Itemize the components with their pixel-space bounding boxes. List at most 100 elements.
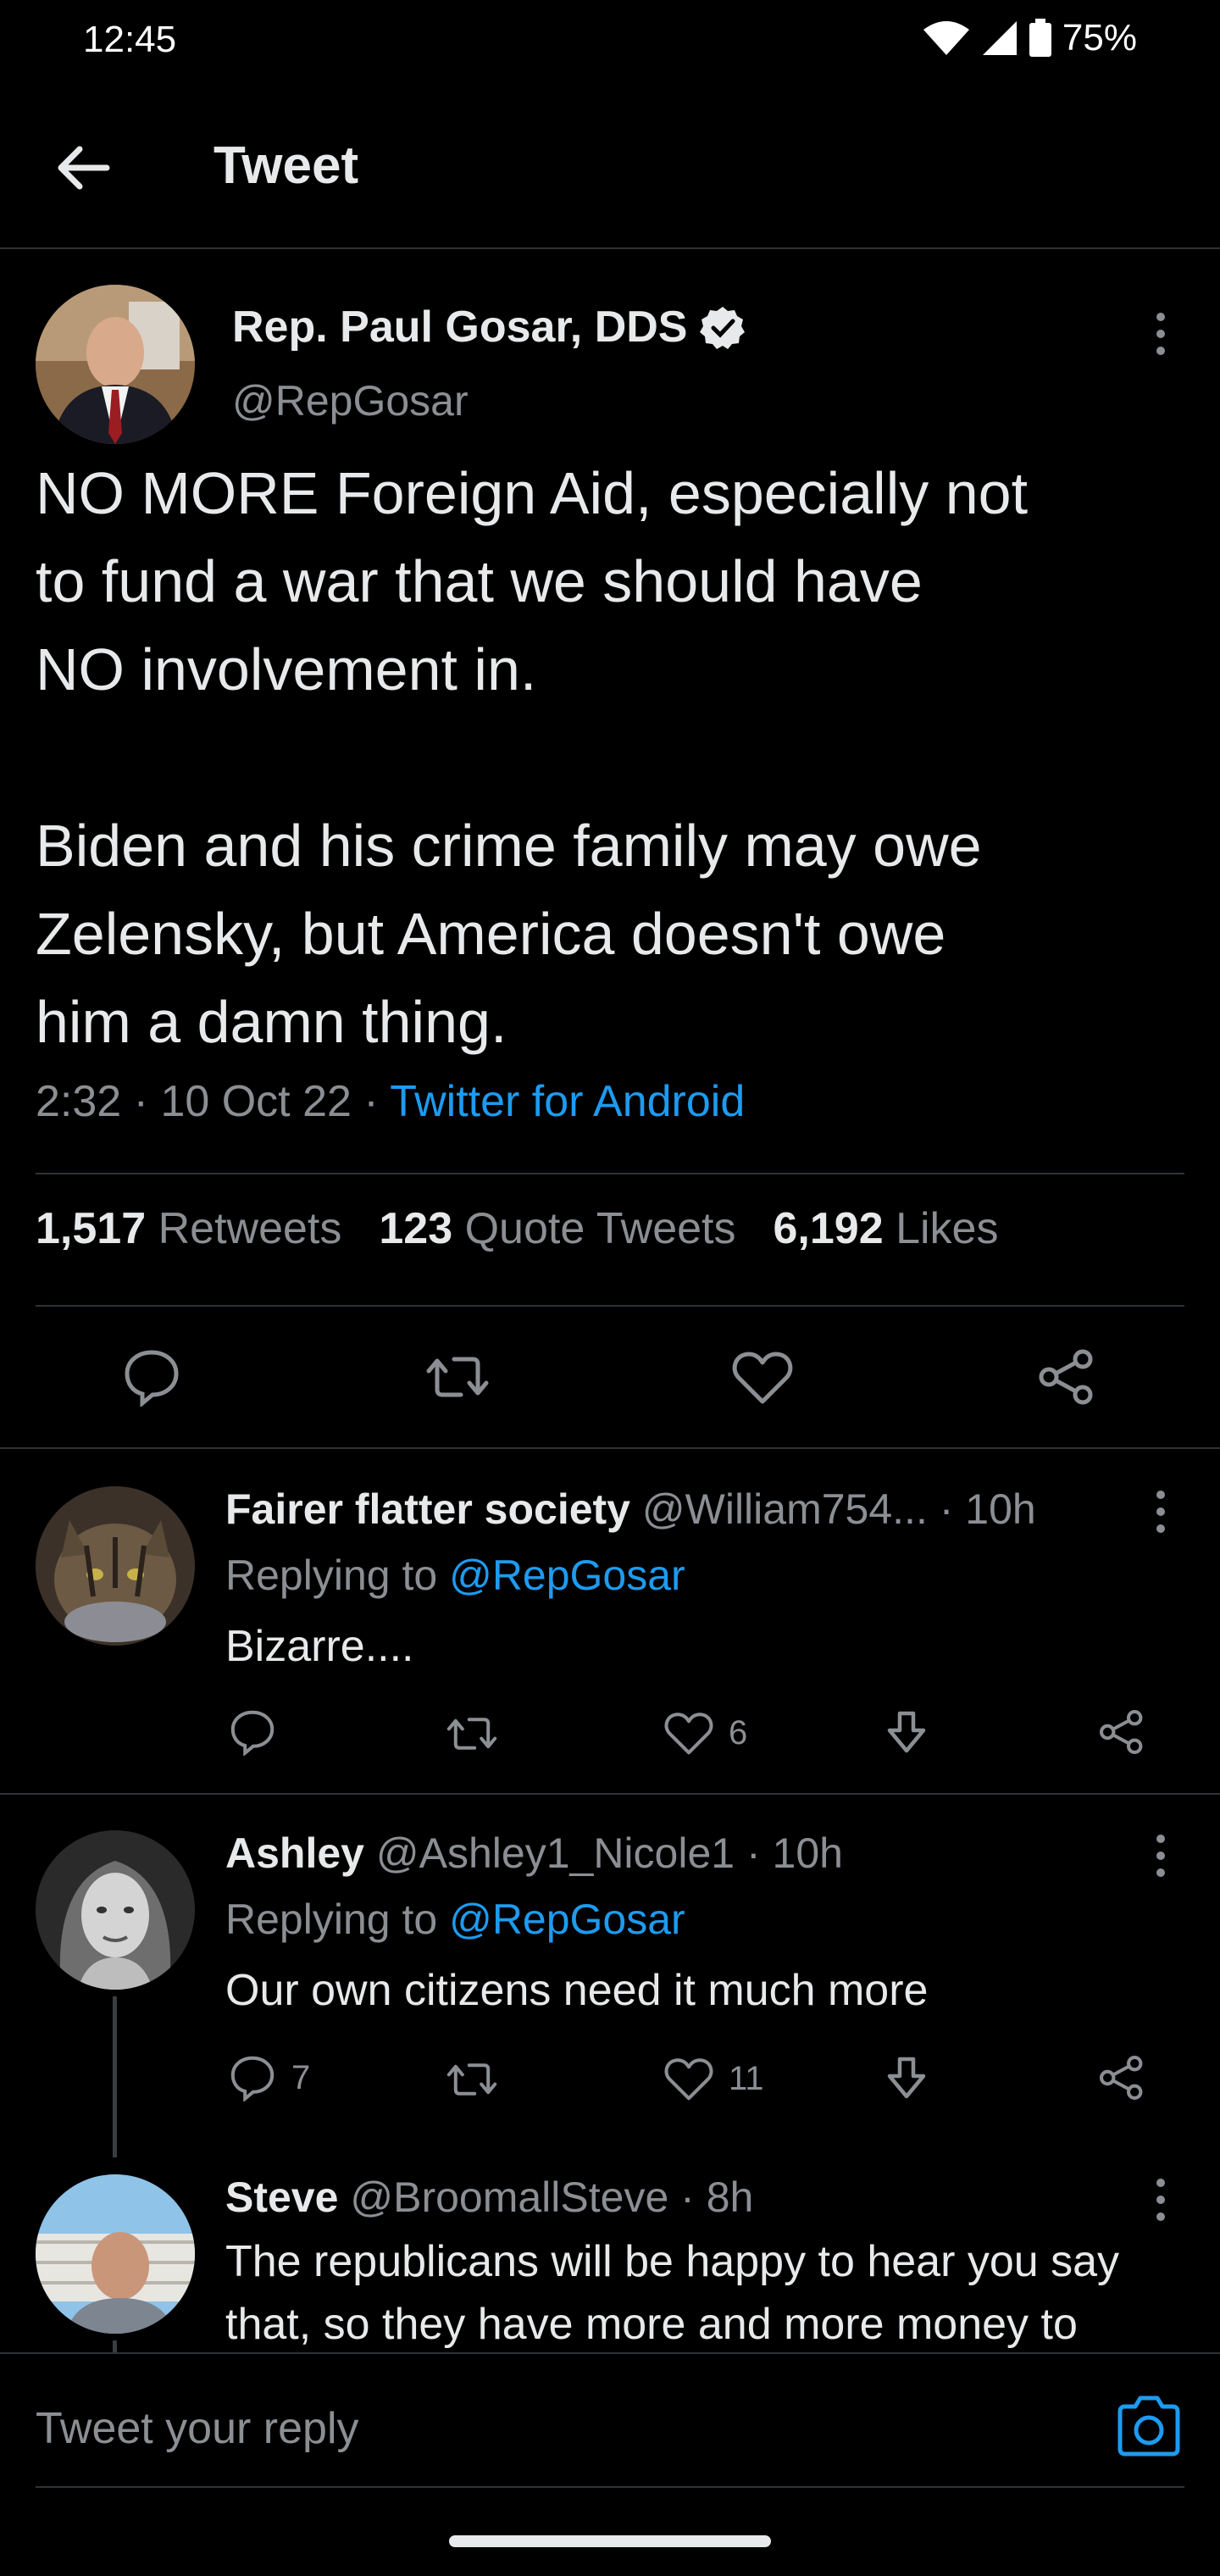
- author-handle[interactable]: @RepGosar: [232, 376, 469, 425]
- meta-separator: ·: [121, 1077, 161, 1126]
- share-icon: [1100, 1710, 1143, 1754]
- reply-input[interactable]: Tweet your reply: [36, 2403, 359, 2454]
- more-vertical-icon: [1156, 2179, 1165, 2221]
- more-vertical-icon: [1156, 1491, 1165, 1533]
- like-count: 6: [729, 1713, 748, 1752]
- cellular-signal-icon: [981, 19, 1018, 57]
- camera-button[interactable]: [1115, 2395, 1183, 2459]
- replying-to-label: Replying to: [225, 1896, 438, 1943]
- replying-to-link[interactable]: @RepGosar: [449, 1552, 685, 1599]
- heart-icon: [664, 1713, 713, 1755]
- reply-more-button[interactable]: [1152, 1486, 1169, 1537]
- tweet-date: 10 Oct 22: [160, 1077, 352, 1126]
- reply-button[interactable]: [122, 1347, 181, 1407]
- quotes-label: Quote Tweets: [464, 1204, 736, 1253]
- composer-bottom-divider: [36, 2486, 1184, 2488]
- battery-percent: 75%: [1062, 17, 1137, 58]
- home-indicator[interactable]: [449, 2535, 771, 2547]
- share-icon: [1039, 1349, 1093, 1405]
- arrow-down-icon: [887, 1711, 926, 1753]
- likes-label: Likes: [896, 1204, 999, 1253]
- replying-to-link[interactable]: @RepGosar: [449, 1896, 685, 1943]
- likes-count: 6,192: [773, 1204, 884, 1253]
- reply-author-name: Steve: [225, 2174, 339, 2221]
- reply-icon: [230, 1710, 274, 1756]
- reply-avatar[interactable]: [36, 1830, 195, 1990]
- reply-like-button[interactable]: 11: [664, 2056, 764, 2101]
- reply-time: · 10h: [939, 1485, 1036, 1533]
- reply-downvote-button[interactable]: [883, 1708, 930, 1756]
- retweets-label: Retweets: [158, 1204, 342, 1253]
- tweet-source-link[interactable]: Twitter for Android: [390, 1077, 745, 1126]
- meta-divider: [36, 1173, 1184, 1174]
- arrow-left-icon: [58, 146, 110, 190]
- reply-avatar[interactable]: [36, 1486, 195, 1646]
- reply-more-button[interactable]: [1152, 1830, 1169, 1881]
- reply-header[interactable]: Steve @BroomallSteve · 8h: [225, 2173, 753, 2222]
- verified-badge-icon: [699, 304, 746, 350]
- arrow-down-icon: [887, 2057, 926, 2099]
- reply-comment-button[interactable]: 7: [229, 2054, 310, 2101]
- reply-composer: Tweet your reply: [0, 2352, 1220, 2576]
- page-title: Tweet: [214, 136, 359, 195]
- wifi-icon: [922, 19, 971, 57]
- reply-avatar[interactable]: [36, 2174, 195, 2334]
- actions-divider: [0, 1447, 1220, 1449]
- quotes-count: 123: [379, 1204, 453, 1253]
- like-button[interactable]: [732, 1349, 793, 1405]
- retweet-icon: [426, 1357, 489, 1397]
- reply-icon: [230, 2056, 274, 2101]
- replying-to: Replying to @RepGosar: [225, 1895, 685, 1944]
- retweets-count: 1,517: [36, 1204, 147, 1253]
- reply-author-handle: @William754...: [641, 1485, 928, 1533]
- reply-retweet-button[interactable]: [446, 2056, 498, 2103]
- reply-comment-button[interactable]: [229, 1708, 291, 1756]
- reply-time: · 8h: [680, 2174, 754, 2221]
- reply-more-button[interactable]: [1152, 2174, 1169, 2225]
- reply-like-button[interactable]: 6: [664, 1710, 747, 1756]
- reply-share-button[interactable]: [1098, 1708, 1145, 1756]
- share-icon: [1100, 2056, 1143, 2100]
- replying-to-label: Replying to: [225, 1552, 438, 1599]
- reply-author-handle: @BroomallSteve: [350, 2174, 669, 2221]
- tweet-time: 2:32: [36, 1077, 122, 1126]
- reply-text: Our own citizens need it much more: [225, 1966, 929, 2015]
- tweet-text: NO MORE Foreign Aid, especially not to f…: [36, 460, 1029, 1055]
- reply-header[interactable]: Fairer flatter society @William754... · …: [225, 1485, 1036, 1534]
- header-divider: [0, 247, 1220, 249]
- likes-stat[interactable]: 6,192 Likes: [773, 1203, 998, 1254]
- reply-time: · 10h: [746, 1829, 843, 1877]
- author-name-row[interactable]: Rep. Paul Gosar, DDS: [232, 302, 746, 353]
- reply-text: Bizarre....: [225, 1622, 414, 1671]
- reply-author-handle: @Ashley1_Nicole1: [375, 1829, 735, 1877]
- heart-icon: [664, 2058, 713, 2101]
- retweet-button[interactable]: [425, 1347, 490, 1407]
- author-avatar[interactable]: [36, 285, 195, 444]
- quote-tweets-stat[interactable]: 123 Quote Tweets: [379, 1203, 735, 1254]
- reply-author-name: Fairer flatter society: [225, 1485, 630, 1533]
- like-count: 11: [729, 2059, 764, 2097]
- tweet-more-button[interactable]: [1152, 308, 1169, 359]
- more-vertical-icon: [1156, 313, 1165, 355]
- retweet-icon: [446, 2063, 497, 2096]
- reply-icon: [125, 1350, 179, 1407]
- tweet-meta: 2:32 · 10 Oct 22 · Twitter for Android: [36, 1076, 745, 1127]
- reply-header[interactable]: Ashley @Ashley1_Nicole1 · 10h: [225, 1829, 843, 1878]
- engagement-stats: 1,517 Retweets 123 Quote Tweets 6,192 Li…: [36, 1203, 998, 1254]
- more-vertical-icon: [1156, 1835, 1165, 1877]
- camera-icon: [1117, 2396, 1180, 2457]
- reply-retweet-button[interactable]: [446, 1710, 498, 1757]
- back-button[interactable]: [51, 136, 115, 200]
- reply-downvote-button[interactable]: [883, 2054, 930, 2101]
- stats-divider: [36, 1305, 1184, 1307]
- thread-line: [113, 1996, 117, 2157]
- share-button[interactable]: [1037, 1347, 1096, 1407]
- reply-share-button[interactable]: [1098, 2054, 1145, 2101]
- composer-top-divider: [0, 2352, 1220, 2354]
- retweets-stat[interactable]: 1,517 Retweets: [36, 1203, 341, 1254]
- reply-divider: [0, 1793, 1220, 1795]
- meta-separator: ·: [351, 1077, 391, 1126]
- status-time: 12:45: [83, 19, 177, 60]
- status-icons: 75%: [922, 17, 1137, 59]
- retweet-icon: [446, 1718, 497, 1750]
